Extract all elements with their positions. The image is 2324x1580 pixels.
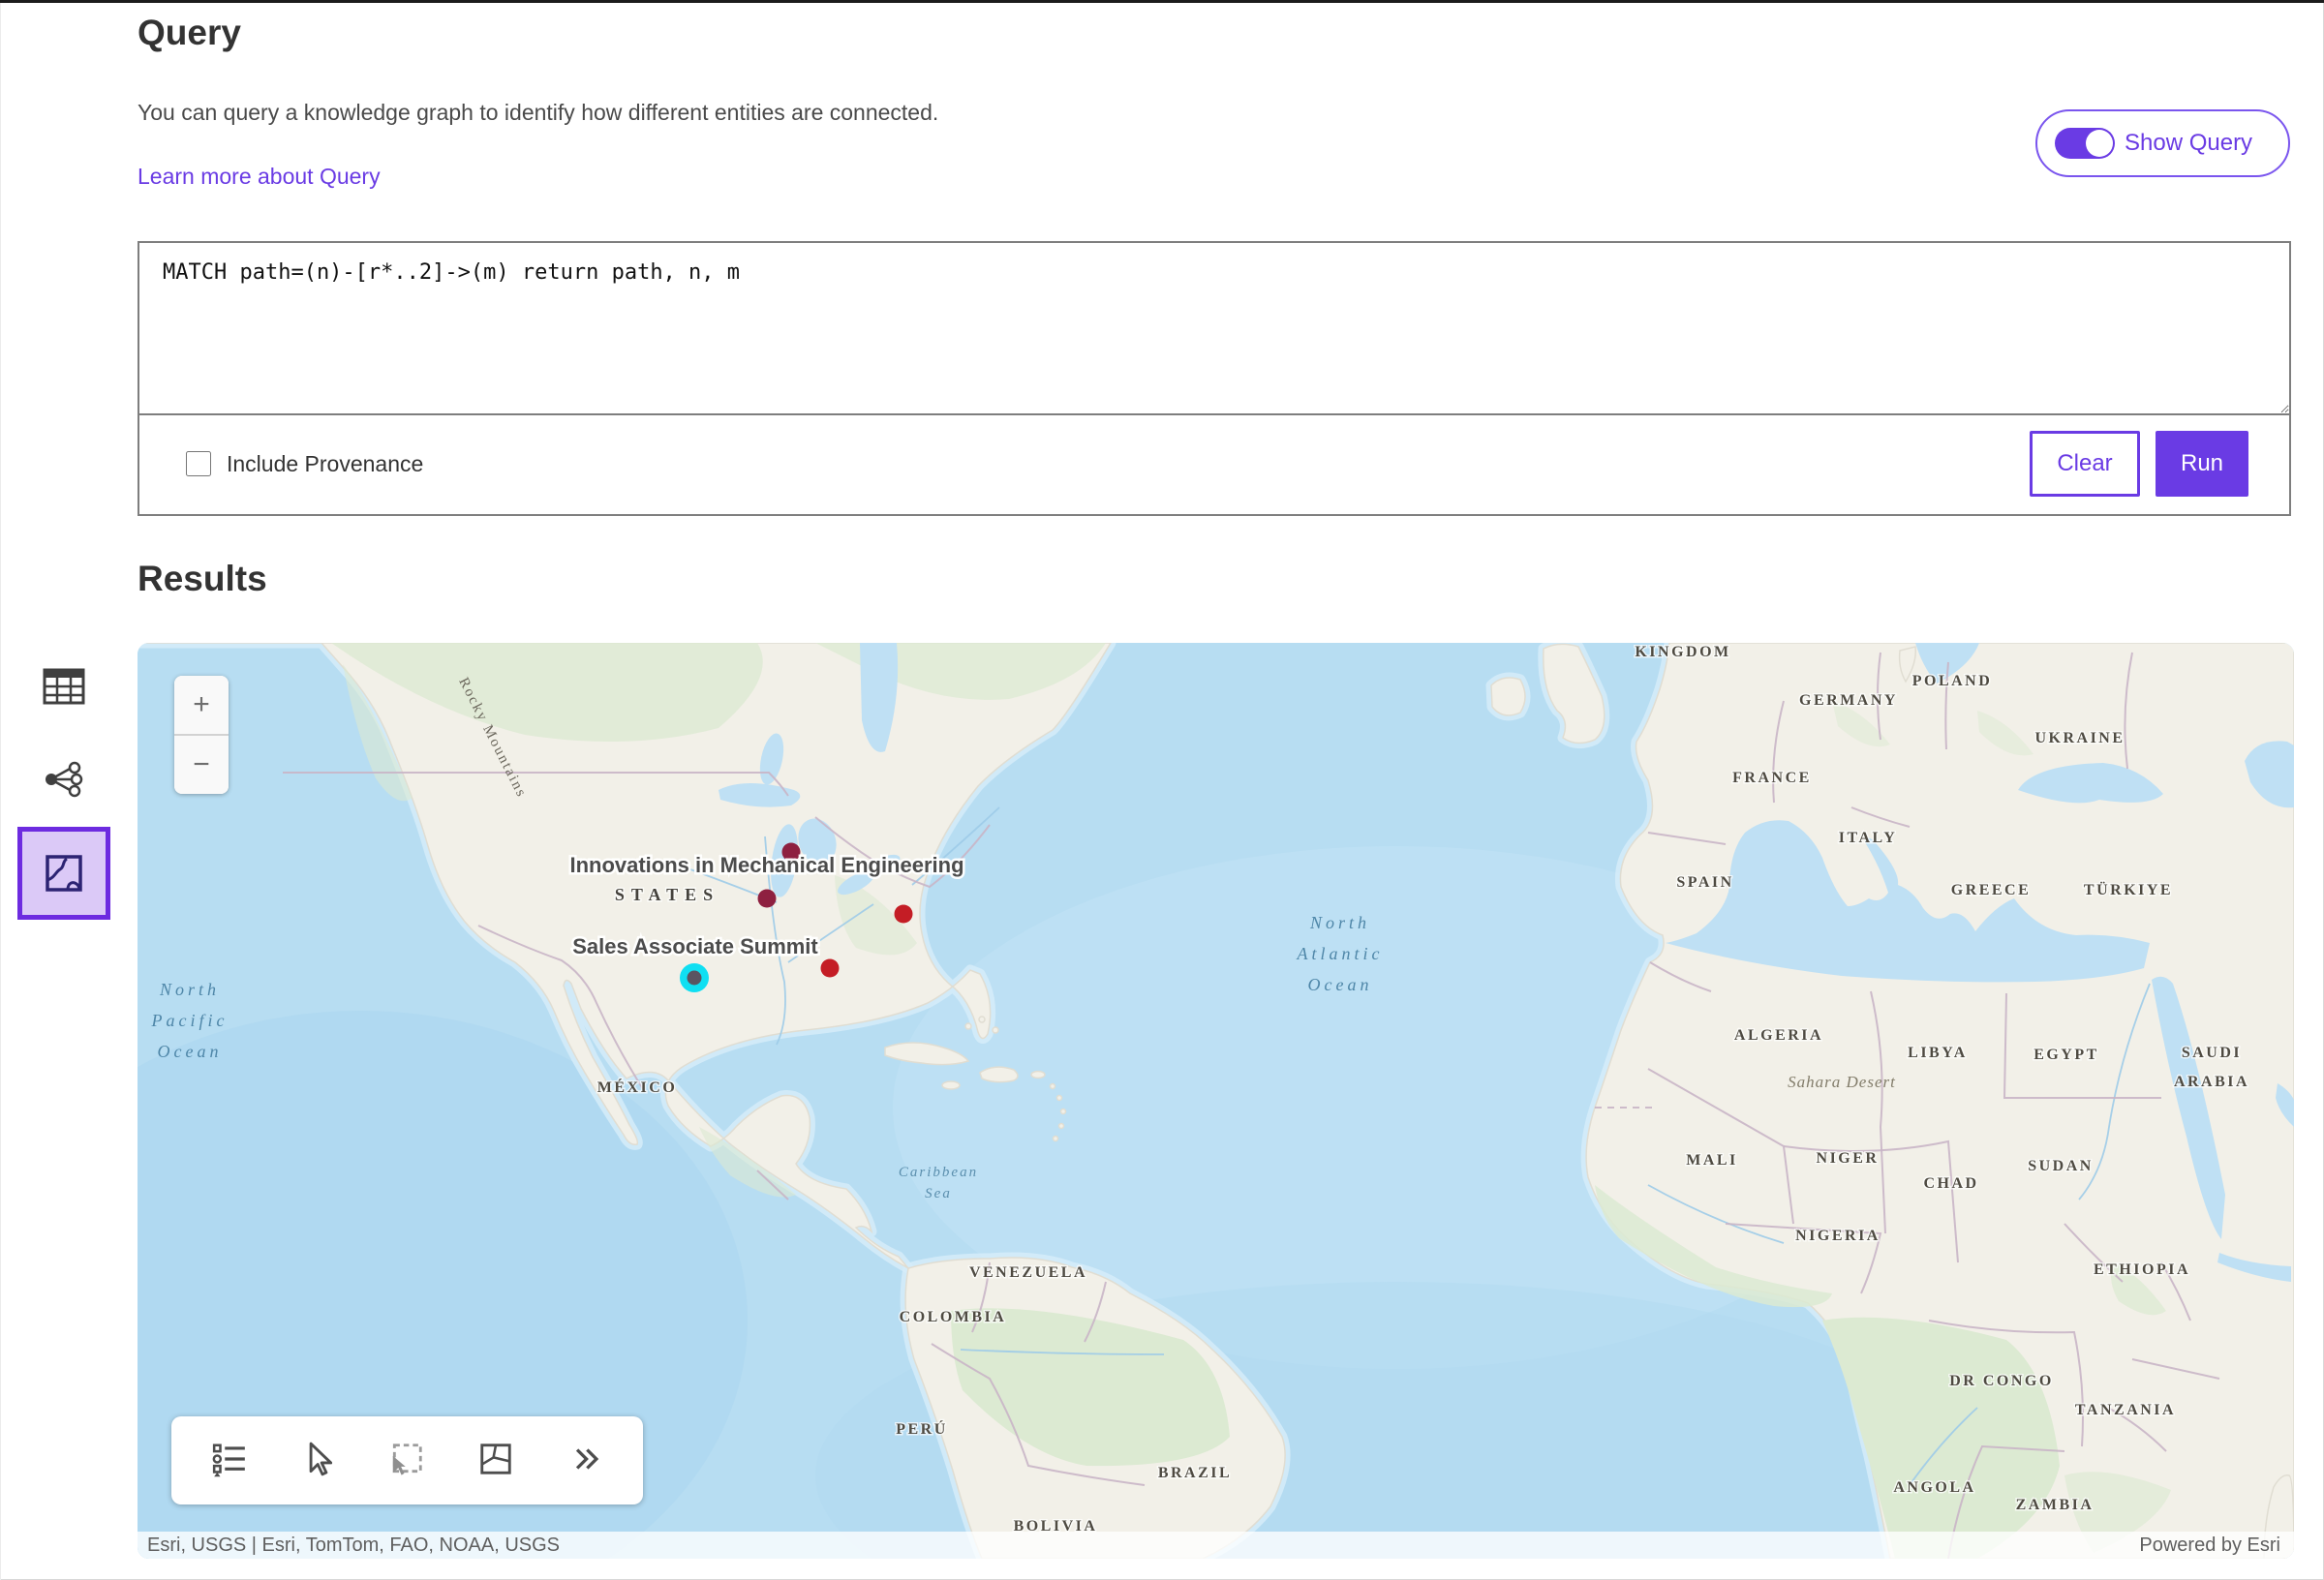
run-button[interactable]: Run [2156,431,2248,497]
map-label: VENEZUELA [969,1264,1087,1281]
map-label: ANGOLA [1893,1479,1975,1496]
table-view-icon [43,667,85,706]
map-attribution-bar: Esri, USGS | Esri, TomTom, FAO, NOAA, US… [138,1532,2294,1559]
map-label: CHAD [1923,1175,1978,1192]
map-label: COLOMBIA [900,1309,1007,1325]
map-label: PERÚ [896,1419,948,1438]
toggle-knob-icon [2086,130,2113,157]
link-chart-view-button[interactable] [43,760,85,802]
map-label: KINGDOM [1635,644,1730,660]
query-page: Query You can query a knowledge graph to… [0,0,2324,1580]
pointer-select-button[interactable] [296,1437,341,1484]
box-select-cursor-icon [388,1441,425,1477]
map-label: POLAND [1912,673,1993,689]
map-label: BRAZIL [1158,1465,1232,1481]
map-label: EGYPT [2034,1047,2099,1063]
map-label: ETHIOPIA [2094,1261,2190,1278]
map-point[interactable] [821,959,840,978]
map-label: MÉXICO [597,1078,678,1096]
toggle-track-icon[interactable] [2055,128,2115,159]
clear-button[interactable]: Clear [2030,431,2140,497]
map-label: SPAIN [1676,874,1733,891]
powered-by-esri: Powered by Esri [2139,1534,2294,1557]
box-select-button[interactable] [384,1437,429,1484]
map-label: ARABIA [2174,1074,2249,1090]
map-label: Sahara Desert [1788,1073,1896,1091]
map-label: Ocean [158,1042,223,1061]
map-label: Atlantic [1297,944,1384,963]
map-label: Sea [925,1186,952,1201]
map-label: ZAMBIA [2016,1497,2095,1513]
map-label: NIGERIA [1795,1228,1881,1244]
map-toolbar [171,1416,643,1504]
link-chart-view-icon [43,760,85,799]
map-label: North [1309,913,1370,932]
results-title: Results [138,559,267,599]
map-point[interactable] [895,905,913,924]
map-event-label: Innovations in Mechanical Engineering [569,853,963,877]
extent-select-button[interactable] [474,1437,518,1484]
double-chevron-right-icon [566,1441,603,1477]
table-view-button[interactable] [43,667,85,709]
map-label: Ocean [1308,975,1373,994]
toolbar-expand-button[interactable] [563,1437,607,1484]
learn-more-link[interactable]: Learn more about Query [138,164,381,190]
map-label: GERMANY [1799,692,1898,709]
map-point[interactable] [758,890,777,908]
legend-button[interactable] [207,1437,252,1484]
map-event-label: Sales Associate Summit [572,934,818,958]
map-label: GREECE [1951,882,2032,898]
attribution-sources: Esri, USGS | Esri, TomTom, FAO, NOAA, US… [138,1534,560,1557]
map-zoom-control: + − [174,676,229,794]
map-label: LIBYA [1908,1045,1968,1061]
show-query-label: Show Query [2125,130,2252,157]
query-panel: MATCH path=(n)-[r*..2]->(m) return path,… [138,241,2291,516]
map-label: TANZANIA [2075,1402,2176,1418]
map-label: SAUDI [2182,1045,2242,1061]
map-label: ITALY [1839,830,1898,846]
map-label: STATES [615,885,719,904]
map-label: Caribbean [899,1165,978,1180]
map-label: DR CONGO [1949,1373,2054,1389]
map-label: Pacific [151,1011,229,1030]
legend-list-icon [211,1441,248,1477]
page-title: Query [138,13,241,53]
map-label: NIGER [1817,1150,1880,1167]
cursor-icon [300,1441,337,1477]
query-controls-row: Include Provenance Clear Run [139,415,2289,512]
extent-select-icon [477,1441,514,1477]
map-label: UKRAINE [2034,730,2125,746]
map-point-selected-core [688,971,702,986]
map-label: FRANCE [1732,770,1812,786]
zoom-in-button[interactable]: + [174,676,229,736]
show-query-toggle[interactable]: Show Query [2035,109,2290,177]
results-map[interactable]: KINGDOM POLAND GERMANY UKRAINE FRANCE ITALY SP… [138,643,2294,1559]
map-label: North [159,980,220,999]
include-provenance-label: Include Provenance [227,451,423,477]
map-view-button-selected[interactable] [17,827,110,920]
map-label: MALI [1686,1152,1738,1169]
map-label: SUDAN [2028,1158,2094,1174]
map-label: ALGERIA [1734,1027,1823,1044]
zoom-out-button[interactable]: − [174,736,229,794]
page-description: You can query a knowledge graph to ident… [138,100,938,126]
include-provenance-checkbox[interactable] [186,451,211,476]
map-view-icon [45,854,83,893]
map-label: TÜRKIYE [2084,881,2173,898]
query-input[interactable]: MATCH path=(n)-[r*..2]->(m) return path,… [139,243,2289,415]
